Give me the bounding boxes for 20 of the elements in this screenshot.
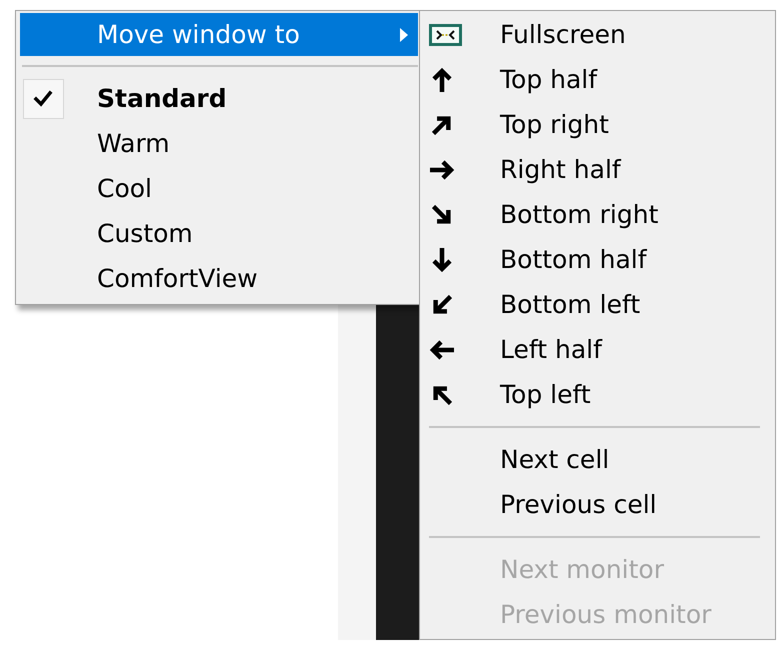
window-arrows-icon [429, 24, 462, 46]
menu-item[interactable]: Next cell [421, 437, 774, 482]
menu-item[interactable]: Previous cell [421, 482, 774, 527]
menu-item[interactable]: Top half [421, 57, 774, 102]
menu-item[interactable]: Move window to [20, 13, 418, 56]
caret-icon [400, 28, 408, 42]
check-icon [23, 78, 64, 118]
menu-item[interactable]: Top left [421, 372, 774, 417]
menu-item[interactable]: Top right [421, 102, 774, 147]
menu-item[interactable]: Warm [20, 121, 418, 166]
menu-item[interactable]: Standard [20, 76, 418, 121]
menu-item[interactable]: Right half [421, 147, 774, 192]
menu-item[interactable]: Fullscreen [421, 12, 774, 57]
menu-item[interactable]: Left half [421, 327, 774, 372]
menu-item[interactable]: Bottom left [421, 282, 774, 327]
menu-item[interactable]: Bottom half [421, 237, 774, 282]
menu-item[interactable]: Cool [20, 166, 418, 211]
menu-item[interactable]: Custom [20, 211, 418, 256]
menu-item[interactable]: Bottom right [421, 192, 774, 237]
menu-item[interactable]: ComfortView [20, 256, 418, 301]
